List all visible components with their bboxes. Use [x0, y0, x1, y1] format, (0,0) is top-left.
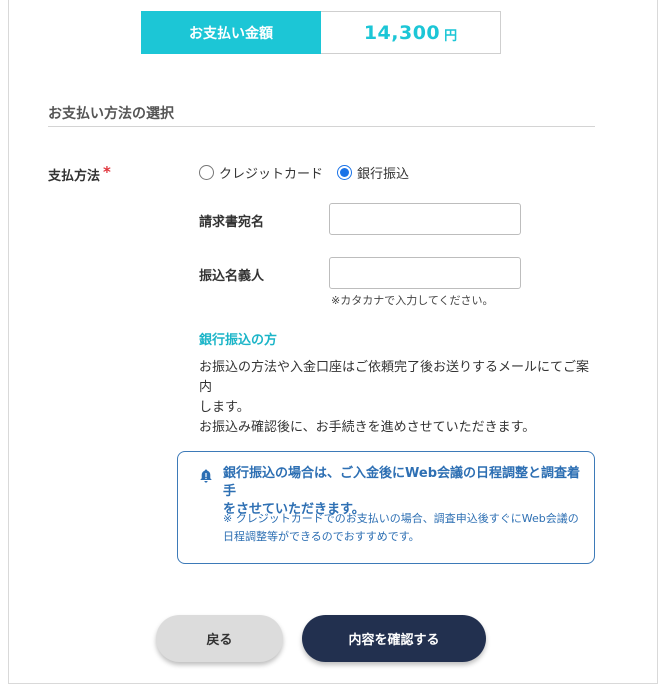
payment-method-label-text: 支払方法: [48, 169, 101, 184]
radio-credit-card-circle[interactable]: [199, 165, 214, 180]
section-divider: [48, 126, 595, 127]
confirm-button[interactable]: 内容を確認する: [302, 615, 486, 662]
payment-amount-number: 14,300: [363, 21, 441, 44]
transfer-name-input[interactable]: [329, 257, 521, 289]
bell-icon: [200, 469, 212, 483]
bank-transfer-line-2: します。: [199, 400, 250, 415]
payment-amount-unit: 円: [444, 29, 458, 44]
bank-transfer-notice: 銀行振込の場合は、ご入金後にWeb会議の日程調整と調査着手 をさせていただきます…: [177, 451, 595, 564]
notice-sub-text: ※ クレジットカードでのお支払いの場合、調査申込後すぐにWeb会議の 日程調整等…: [223, 510, 583, 546]
invoice-name-label: 請求書宛名: [199, 215, 265, 230]
bank-transfer-line-1: お振込の方法や入金口座はご依頼完了後お送りするメールにてご案内: [199, 360, 590, 395]
payment-method-radio-group: クレジットカード 銀行振込: [199, 163, 423, 182]
radio-credit-card[interactable]: クレジットカード: [199, 163, 323, 182]
bank-transfer-heading: 銀行振込の方: [199, 333, 278, 348]
bank-transfer-description: お振込の方法や入金口座はご依頼完了後お送りするメールにてご案内 します。 お振込…: [199, 358, 599, 438]
notice-main-line-1: 銀行振込の場合は、ご入金後にWeb会議の日程調整と調査着手: [223, 466, 580, 499]
invoice-name-input[interactable]: [329, 203, 521, 235]
section-title: お支払い方法の選択: [48, 106, 174, 122]
payment-amount-label: お支払い金額: [141, 11, 321, 54]
radio-bank-transfer[interactable]: 銀行振込: [337, 163, 409, 182]
notice-sub-line-1: ※ クレジットカードでのお支払いの場合、調査申込後すぐにWeb会議の: [223, 512, 579, 525]
payment-amount-box: お支払い金額 14,300 円: [141, 11, 501, 54]
notice-sub-line-2: 日程調整等ができるのでおすすめです。: [223, 530, 420, 543]
payment-amount-value: 14,300 円: [321, 11, 501, 54]
payment-method-label: 支払方法 *: [48, 163, 111, 184]
bank-transfer-line-3: お振込み確認後に、お手続きを進めさせていただきます。: [199, 420, 536, 435]
required-mark: *: [103, 163, 111, 181]
back-button[interactable]: 戻る: [156, 615, 283, 662]
radio-bank-transfer-circle[interactable]: [337, 165, 353, 180]
radio-credit-card-label: クレジットカード: [219, 167, 324, 182]
transfer-name-label: 振込名義人: [199, 269, 265, 284]
transfer-name-hint: ※カタカナで入力してください。: [331, 294, 494, 307]
radio-bank-transfer-label: 銀行振込: [357, 167, 410, 182]
